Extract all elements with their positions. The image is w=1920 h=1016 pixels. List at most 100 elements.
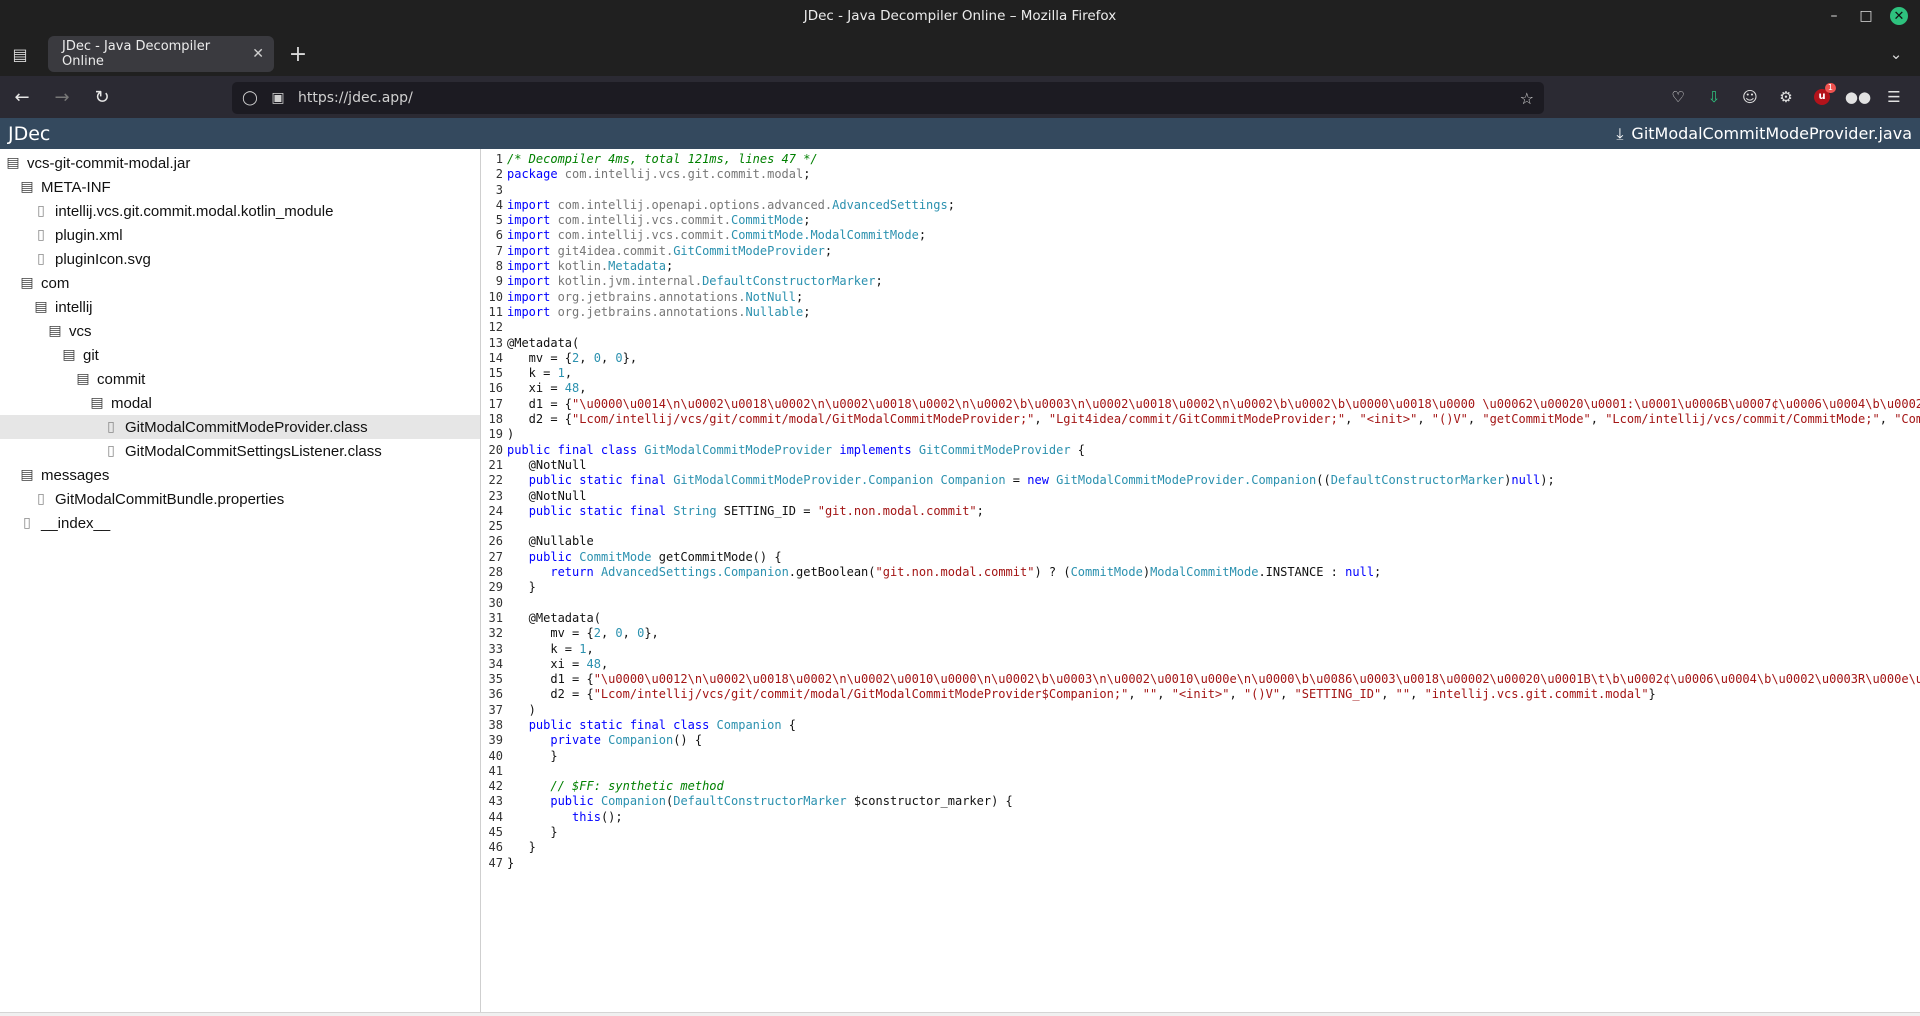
tree-item-plugin-icon[interactable]: ▯ pluginIcon.svg — [0, 247, 480, 271]
code-text: import kotlin.Metadata; — [507, 259, 674, 274]
reload-icon[interactable]: ↻ — [84, 81, 120, 113]
code-line: 27 public CommitMode getCommitMode() { — [481, 550, 1920, 565]
downloads-icon[interactable]: ⇩ — [1696, 81, 1732, 113]
jdec-header: JDec ⤓ GitModalCommitModeProvider.java — [0, 118, 1920, 149]
tree-item-commit[interactable]: ▤ commit — [0, 367, 480, 391]
tab-close-icon[interactable]: ✕ — [252, 46, 264, 62]
line-number: 28 — [488, 565, 503, 580]
tree-item-plugin-xml[interactable]: ▯ plugin.xml — [0, 223, 480, 247]
line-number: 31 — [488, 610, 503, 625]
shield-icon[interactable]: ◯ — [242, 90, 258, 106]
tree-item-com[interactable]: ▤ com — [0, 271, 480, 295]
code-text: mv = {2, 0, 0}, — [507, 350, 638, 365]
tree-item-label: intellij — [55, 298, 93, 316]
tree-item-label: intellij.vcs.git.commit.modal.kotlin_mod… — [55, 202, 334, 220]
jdec-logo[interactable]: JDec — [8, 123, 50, 145]
line-number: 38 — [488, 717, 503, 732]
code-line: 45 } — [481, 825, 1920, 840]
tree-item-index[interactable]: ▯ __index__ — [0, 511, 480, 535]
folder-icon: ▤ — [76, 371, 90, 387]
tab-bar: ▤ JDec - Java Decompiler Online ✕ + ⌄ — [0, 32, 1920, 76]
line-number: 7 — [495, 243, 503, 258]
code-text: public static final GitModalCommitModePr… — [528, 473, 1555, 488]
ublock-icon[interactable]: u1 — [1804, 81, 1840, 113]
tree-item-bundle-properties[interactable]: ▯ GitModalCommitBundle.properties — [0, 487, 480, 511]
tree-item-kotlin-module[interactable]: ▯ intellij.vcs.git.commit.modal.kotlin_mo… — [0, 199, 480, 223]
window-titlebar: JDec - Java Decompiler Online – Mozilla … — [0, 0, 1920, 32]
pocket-icon[interactable]: ♡ — [1660, 81, 1696, 113]
line-number: 1 — [495, 152, 503, 166]
code-view: 1 /* Decompiler 4ms, total 121ms, lines 4… — [481, 149, 1920, 1016]
lock-icon[interactable]: ▣ — [270, 90, 286, 106]
code-text: @Metadata( — [507, 610, 601, 625]
line-number: 27 — [488, 549, 503, 564]
line-number: 44 — [488, 809, 503, 824]
code-line: 44 this(); — [481, 810, 1920, 825]
code-text: xi = 48, — [507, 656, 609, 671]
firefox-view-icon[interactable]: ▤ — [0, 32, 40, 76]
window-title: JDec - Java Decompiler Online – Mozilla … — [803, 8, 1117, 24]
url-bar[interactable]: ◯ ▣ https://jdec.app/ ☆ — [232, 82, 1544, 114]
new-tab-icon[interactable]: + — [280, 36, 316, 72]
account-icon[interactable]: ☺ — [1732, 81, 1768, 113]
code-line: 31 @Metadata( — [481, 611, 1920, 626]
tree-item-vcs[interactable]: ▤ vcs — [0, 319, 480, 343]
maximize-icon[interactable]: □ — [1852, 2, 1880, 30]
tree-item-messages[interactable]: ▤ messages — [0, 463, 480, 487]
code-line: 11 import org.jetbrains.annotations.Nulla… — [481, 305, 1920, 320]
tree-item-label: META-INF — [41, 178, 111, 196]
menu-icon[interactable]: ☰ — [1876, 81, 1912, 113]
code-text: public final class GitModalCommitModePro… — [507, 442, 1086, 457]
tree-item-provider-class[interactable]: ▯ GitModalCommitModeProvider.class — [0, 415, 480, 439]
code-text: import com.intellij.vcs.commit.CommitMod… — [507, 213, 811, 228]
list-all-tabs-icon[interactable]: ⌄ — [1882, 40, 1910, 68]
line-number: 25 — [488, 519, 503, 534]
code-text: /* Decompiler 4ms, total 121ms, lines 47… — [507, 152, 818, 166]
back-icon[interactable]: ← — [4, 81, 40, 113]
code-text: k = 1, — [507, 641, 594, 656]
code-line: 17 d1 = {"\u0000\u0014\n\u0002\u0018\u00… — [481, 397, 1920, 412]
minimize-icon[interactable]: – — [1820, 2, 1848, 30]
tree-item-modal[interactable]: ▤ modal — [0, 391, 480, 415]
code-line: 10 import org.jetbrains.annotations.NotNu… — [481, 290, 1920, 305]
code-line: 28 return AdvancedSettings.Companion.get… — [481, 565, 1920, 580]
code-line: 47} — [481, 856, 1920, 871]
line-number: 2 — [495, 167, 503, 182]
tree-item-git[interactable]: ▤ git — [0, 343, 480, 367]
tree-item-label: pluginIcon.svg — [55, 250, 151, 268]
code-line: 46 } — [481, 840, 1920, 855]
extensions-icon[interactable]: ⚙ — [1768, 81, 1804, 113]
bookmark-star-icon[interactable]: ☆ — [1520, 89, 1534, 108]
line-number: 34 — [488, 656, 503, 671]
line-number: 42 — [488, 779, 503, 794]
tab-jdec[interactable]: JDec - Java Decompiler Online ✕ — [48, 36, 274, 72]
code-text: } — [507, 855, 515, 870]
code-text: import kotlin.jvm.internal.DefaultConstr… — [507, 274, 883, 289]
privacy-extension-icon[interactable]: ●● — [1840, 81, 1876, 113]
code-text: package com.intellij.vcs.git.commit.moda… — [507, 167, 811, 182]
tree-item-intellij[interactable]: ▤ intellij — [0, 295, 480, 319]
code-text: d2 = {"Lcom/intellij/vcs/git/commit/moda… — [507, 412, 1920, 427]
code-line: 2 package com.intellij.vcs.git.commit.mod… — [481, 167, 1920, 182]
horizontal-scrollbar[interactable] — [0, 1012, 1920, 1016]
code-line: 12 — [481, 320, 1920, 335]
tree-item-label: modal — [111, 394, 152, 412]
download-button[interactable]: ⤓ GitModalCommitModeProvider.java — [1616, 124, 1912, 144]
folder-icon: ▤ — [20, 179, 34, 195]
forward-icon[interactable]: → — [44, 81, 80, 113]
tree-item-jar[interactable]: ▤ vcs-git-commit-modal.jar — [0, 151, 480, 175]
close-window-icon[interactable]: ✕ — [1890, 7, 1908, 25]
nav-bar: ← → ↻ ◯ ▣ https://jdec.app/ ☆ ♡ ⇩ ☺ ⚙ u1… — [0, 76, 1920, 118]
code-line: 40 } — [481, 749, 1920, 764]
code-line: 26 @Nullable — [481, 534, 1920, 549]
code-line: 32 mv = {2, 0, 0}, — [481, 626, 1920, 641]
tree-item-listener-class[interactable]: ▯ GitModalCommitSettingsListener.class — [0, 439, 480, 463]
line-number: 16 — [488, 381, 503, 396]
url-text[interactable]: https://jdec.app/ — [298, 90, 1520, 106]
tree-item-meta-inf[interactable]: ▤ META-INF — [0, 175, 480, 199]
code-text: ) — [507, 702, 536, 717]
code-line: 8 import kotlin.Metadata; — [481, 259, 1920, 274]
line-number: 13 — [488, 335, 503, 350]
line-number: 21 — [488, 457, 503, 472]
download-label: GitModalCommitModeProvider.java — [1631, 124, 1912, 143]
